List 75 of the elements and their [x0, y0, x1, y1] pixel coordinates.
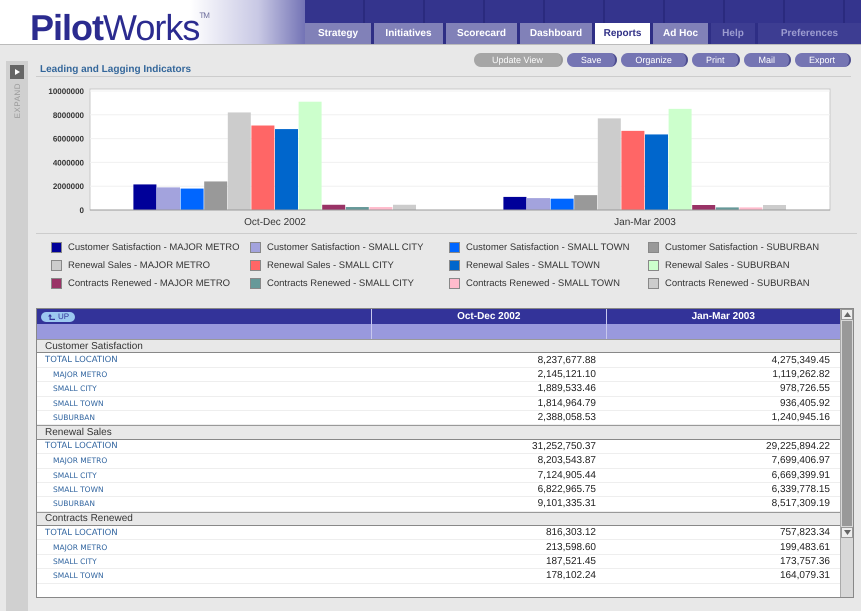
table-cell-text: 173,757.36: [778, 555, 831, 568]
legend-label: Contracts Renewed - SMALL CITY: [267, 278, 414, 288]
column-header: Jan-Mar 2003: [690, 310, 756, 324]
legend-label: Contracts Renewed - SUBURBAN: [665, 278, 810, 288]
legend-label: Contracts Renewed - MAJOR METRO: [68, 278, 230, 288]
table-cell-text: 199,483.61: [778, 540, 831, 554]
nav-tab[interactable]: Ad Hoc: [653, 23, 708, 44]
action-button[interactable]: Organize: [621, 53, 688, 67]
logo: PilotWorks$^{TM}$: [30, 6, 209, 48]
table-cell-text: 8,237,677.88: [536, 354, 597, 367]
table-cell-text: 816,303.12: [544, 526, 597, 540]
expand-button[interactable]: [10, 65, 24, 79]
action-button[interactable]: Export: [794, 53, 851, 67]
action-button[interactable]: Print: [692, 53, 740, 67]
table-cell-text: 757,823.34: [778, 526, 831, 540]
arrow-icon: [47, 312, 56, 320]
group-label: Contracts Renewed: [45, 513, 133, 524]
row-link[interactable]: TOTAL LOCATION: [37, 355, 118, 366]
action-button[interactable]: Save: [566, 53, 618, 67]
axis-label: 8000000: [52, 110, 84, 120]
scrollbar[interactable]: [840, 309, 853, 597]
nav-tab[interactable]: Initiatives: [374, 23, 443, 44]
scroll-up-icon: [844, 312, 850, 317]
legend-label: Customer Satisfaction - SUBURBAN: [665, 242, 820, 252]
nav-tab[interactable]: Scorecard: [446, 23, 517, 44]
table-cell-text: 213,598.60: [544, 540, 597, 554]
axis-label: Oct-Dec 2002: [244, 217, 306, 228]
table-cell-text: 8,203,543.87: [536, 454, 597, 468]
row-link[interactable]: TOTAL LOCATION: [37, 528, 118, 538]
page-title: Leading and Lagging Indicators: [40, 64, 192, 75]
table-cell-text: 936,405.92: [778, 396, 831, 410]
group-label: Renewal Sales: [45, 427, 112, 438]
table-cell-text: 1,119,262.82: [771, 368, 831, 382]
legend-label: Renewal Sales - MAJOR METRO: [68, 260, 210, 270]
nav-tab[interactable]: Dashboard: [520, 23, 592, 44]
legend-label: Renewal Sales - SMALL TOWN: [466, 260, 600, 270]
table-cell-text: 978,726.55: [778, 382, 831, 396]
legend-label: Customer Satisfaction - SMALL TOWN: [466, 242, 630, 252]
axis-label: 10000000: [48, 87, 84, 96]
table-cell-text: 1,889,533.46: [536, 382, 597, 396]
table-cell-text: 7,124,905.44: [536, 468, 597, 482]
nav-tab[interactable]: Strategy: [305, 23, 371, 44]
table-cell-text: 8,517,309.19: [770, 497, 831, 511]
axis-label: 6000000: [52, 134, 84, 144]
table-cell-text: 164,079.31: [778, 569, 831, 583]
table-cell-text: 2,145,121.10: [536, 368, 597, 382]
table-cell-text: 2,388,058.53: [536, 411, 597, 424]
table-cell-text: 6,822,965.75: [536, 483, 597, 496]
table-cell-text: 9,101,335.31: [536, 497, 597, 511]
table-cell-text: 6,339,778.15: [770, 483, 831, 496]
table-cell-text: 7,699,406.97: [770, 454, 831, 468]
table-cell-text: 6,669,399.91: [770, 468, 831, 482]
play-icon: [13, 68, 21, 76]
table-cell-text: 31,252,750.37: [531, 440, 597, 454]
table-cell-text: 1,240,945.16: [770, 411, 831, 424]
action-button[interactable]: Mail: [744, 53, 791, 67]
up-button[interactable]: UP: [41, 312, 76, 322]
legend-label: Renewal Sales - SUBURBAN: [665, 260, 790, 270]
table-cell-text: 178,102.24: [544, 569, 597, 583]
legend-label: Customer Satisfaction - MAJOR METRO: [68, 242, 240, 252]
axis-label: 4000000: [52, 158, 84, 168]
axis-label: 2000000: [52, 182, 84, 192]
scroll-down-icon: [844, 530, 850, 535]
table-cell-text: 187,521.45: [544, 555, 597, 568]
axis-label: 0: [80, 206, 84, 215]
table-cell-text: 29,225,894.22: [765, 440, 831, 454]
legend-label: Contracts Renewed - SMALL TOWN: [466, 278, 620, 288]
group-label: Customer Satisfaction: [45, 340, 143, 352]
legend-label: Customer Satisfaction - SMALL CITY: [267, 242, 424, 252]
row-link[interactable]: TOTAL LOCATION: [37, 441, 118, 452]
table-cell-text: 4,275,349.45: [770, 354, 831, 367]
table-cell-text: 1,814,964.79: [536, 396, 597, 410]
axis-label: Jan-Mar 2003: [614, 217, 676, 228]
nav-tab[interactable]: Reports: [595, 23, 650, 44]
legend-label: Renewal Sales - SMALL CITY: [267, 260, 394, 270]
